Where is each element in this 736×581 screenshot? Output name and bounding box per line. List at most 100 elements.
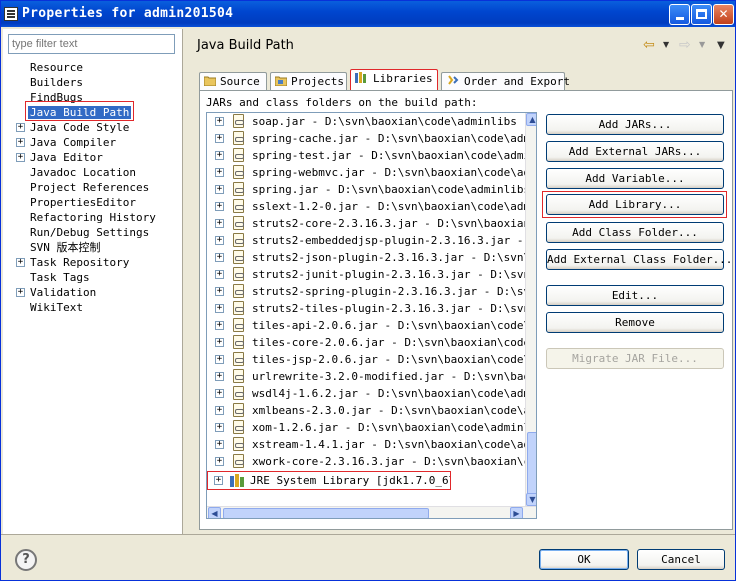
list-item[interactable]: + struts2-json-plugin-2.3.16.3.jar - D:\s…	[207, 249, 525, 266]
list-item[interactable]: + struts2-core-2.3.16.3.jar - D:\svn\baox…	[207, 215, 525, 232]
forward-arrow-icon[interactable]: ⇨	[679, 37, 691, 53]
tab-source[interactable]: Source	[199, 72, 267, 91]
add-external-jars-button[interactable]: Add External JARs...	[546, 141, 724, 162]
list-item[interactable]: + tiles-core-2.0.6.jar - D:\svn\baoxian\c…	[207, 334, 525, 351]
nav-item-task-tags[interactable]: Task Tags	[30, 270, 90, 285]
expand-icon[interactable]: +	[215, 440, 224, 449]
expand-icon[interactable]: +	[215, 117, 224, 126]
help-icon[interactable]: ?	[15, 549, 37, 571]
nav-item-project-references[interactable]: Project References	[30, 180, 149, 195]
maximize-button[interactable]	[691, 4, 712, 25]
expand-icon[interactable]: +	[215, 168, 224, 177]
remove-button[interactable]: Remove	[546, 312, 724, 333]
list-item[interactable]: + wsdl4j-1.6.2.jar - D:\svn\baoxian\code\…	[207, 385, 525, 402]
filter-input[interactable]	[8, 34, 175, 54]
list-item[interactable]: + urlrewrite-3.2.0-modified.jar - D:\svn\…	[207, 368, 525, 385]
list-item[interactable]: + spring-webmvc.jar - D:\svn\baoxian\code…	[207, 164, 525, 181]
expand-icon[interactable]: +	[215, 287, 224, 296]
expand-icon[interactable]: +	[215, 457, 224, 466]
list-item[interactable]: + struts2-embeddedjsp-plugin-2.3.16.3.jar…	[207, 232, 525, 249]
scroll-up-icon[interactable]: ▲	[526, 113, 536, 126]
expand-icon[interactable]: +	[16, 258, 25, 267]
close-button[interactable]: ✕	[713, 4, 734, 25]
expand-icon[interactable]: +	[215, 406, 224, 415]
list-item[interactable]: + soap.jar - D:\svn\baoxian\code\adminlib…	[207, 113, 525, 130]
nav-item-java-code-style[interactable]: + Java Code Style	[3, 120, 183, 135]
expand-icon[interactable]: +	[215, 423, 224, 432]
add-jars-button[interactable]: Add JARs...	[546, 114, 724, 135]
expand-icon[interactable]: +	[215, 219, 224, 228]
expand-icon[interactable]: +	[215, 338, 224, 347]
back-arrow-icon[interactable]: ⇦	[643, 37, 655, 53]
edit-button[interactable]: Edit...	[546, 285, 724, 306]
expand-icon[interactable]: +	[215, 134, 224, 143]
ok-button[interactable]: OK	[539, 549, 629, 570]
nav-item-validation[interactable]: + Validation	[3, 285, 183, 300]
scroll-left-icon[interactable]: ◀	[208, 507, 221, 518]
list-item[interactable]: + xom-1.2.6.jar - D:\svn\baoxian\code\adm…	[207, 419, 525, 436]
expand-icon[interactable]: +	[16, 138, 25, 147]
nav-item-wikitext[interactable]: WikiText	[30, 300, 83, 315]
nav-item-builders[interactable]: Builders	[30, 75, 83, 90]
expand-icon[interactable]: +	[215, 270, 224, 279]
expand-icon[interactable]: +	[16, 288, 25, 297]
list-item[interactable]: + spring-cache.jar - D:\svn\baoxian\code\…	[207, 130, 525, 147]
expand-icon[interactable]: +	[215, 151, 224, 160]
minimize-button[interactable]	[669, 4, 690, 25]
list-item[interactable]: + xstream-1.4.1.jar - D:\svn\baoxian\code…	[207, 436, 525, 453]
expand-icon[interactable]: +	[16, 123, 25, 132]
chevron-down-icon[interactable]: ▼	[699, 40, 705, 49]
jar-label: xmlbeans-2.3.0.jar - D:\svn\baoxian\code…	[252, 404, 525, 417]
title-bar[interactable]: Properties for admin201504 ✕	[1, 1, 735, 27]
list-item[interactable]: + struts2-tiles-plugin-2.3.16.3.jar - D:\…	[207, 300, 525, 317]
nav-item-task-repository[interactable]: + Task Repository	[3, 255, 183, 270]
expand-icon[interactable]: +	[215, 236, 224, 245]
view-menu-icon[interactable]: ▼	[717, 40, 725, 51]
vertical-scrollbar[interactable]: ▲ ▼	[525, 113, 536, 507]
nav-item-properties-editor[interactable]: PropertiesEditor	[30, 195, 136, 210]
list-item[interactable]: + struts2-spring-plugin-2.3.16.3.jar - D:…	[207, 283, 525, 300]
expand-icon[interactable]: +	[215, 389, 224, 398]
nav-item-refactoring-history[interactable]: Refactoring History	[30, 210, 156, 225]
list-item[interactable]: + spring.jar - D:\svn\baoxian\code\adminl…	[207, 181, 525, 198]
add-variable-button[interactable]: Add Variable...	[546, 168, 724, 189]
cancel-button[interactable]: Cancel	[637, 549, 725, 570]
horizontal-scrollbar[interactable]: ◀ ▶	[207, 506, 536, 518]
nav-item-run-debug-settings[interactable]: Run/Debug Settings	[30, 225, 149, 240]
expand-icon[interactable]: +	[215, 372, 224, 381]
tab-libraries[interactable]: Libraries	[350, 69, 438, 92]
nav-item-resource[interactable]: Resource	[30, 60, 83, 75]
list-item[interactable]: + spring-test.jar - D:\svn\baoxian\code\a…	[207, 147, 525, 164]
scroll-down-icon[interactable]: ▼	[526, 493, 536, 506]
add-class-folder-button[interactable]: Add Class Folder...	[546, 222, 724, 243]
add-library-button[interactable]: Add Library...	[546, 194, 724, 215]
scroll-right-icon[interactable]: ▶	[510, 507, 523, 518]
expand-icon[interactable]: +	[215, 253, 224, 262]
list-item[interactable]: + xwork-core-2.3.16.3.jar - D:\svn\baoxia…	[207, 453, 525, 470]
tab-order-and-export[interactable]: Order and Export	[441, 72, 570, 91]
scroll-thumb[interactable]	[527, 432, 536, 502]
chevron-down-icon[interactable]: ▼	[663, 40, 669, 49]
expand-icon[interactable]: +	[16, 153, 25, 162]
add-external-class-folder-button[interactable]: Add External Class Folder...	[546, 249, 732, 270]
nav-item-svn[interactable]: SVN 版本控制	[30, 240, 101, 255]
nav-item-java-compiler[interactable]: + Java Compiler	[3, 135, 183, 150]
tab-projects[interactable]: Projects	[270, 72, 347, 91]
migrate-jar-button[interactable]: Migrate JAR File...	[546, 348, 724, 369]
expand-icon[interactable]: +	[215, 355, 224, 364]
nav-item-javadoc-location[interactable]: Javadoc Location	[30, 165, 136, 180]
expand-icon[interactable]: +	[214, 476, 223, 485]
list-item[interactable]: + xmlbeans-2.3.0.jar - D:\svn\baoxian\cod…	[207, 402, 525, 419]
list-item[interactable]: + struts2-junit-plugin-2.3.16.3.jar - D:\…	[207, 266, 525, 283]
expand-icon[interactable]: +	[215, 321, 224, 330]
nav-item-java-editor[interactable]: + Java Editor	[3, 150, 183, 165]
list-item[interactable]: + tiles-jsp-2.0.6.jar - D:\svn\baoxian\co…	[207, 351, 525, 368]
expand-icon[interactable]: +	[215, 185, 224, 194]
expand-icon[interactable]: +	[215, 202, 224, 211]
build-path-list[interactable]: + soap.jar - D:\svn\baoxian\code\adminlib…	[206, 112, 537, 519]
jre-library-item[interactable]: + JRE System Library [jdk1.7.0_67]	[207, 471, 451, 490]
scroll-thumb[interactable]	[223, 508, 429, 518]
expand-icon[interactable]: +	[215, 304, 224, 313]
list-item[interactable]: + sslext-1.2-0.jar - D:\svn\baoxian\code\…	[207, 198, 525, 215]
list-item[interactable]: + tiles-api-2.0.6.jar - D:\svn\baoxian\co…	[207, 317, 525, 334]
